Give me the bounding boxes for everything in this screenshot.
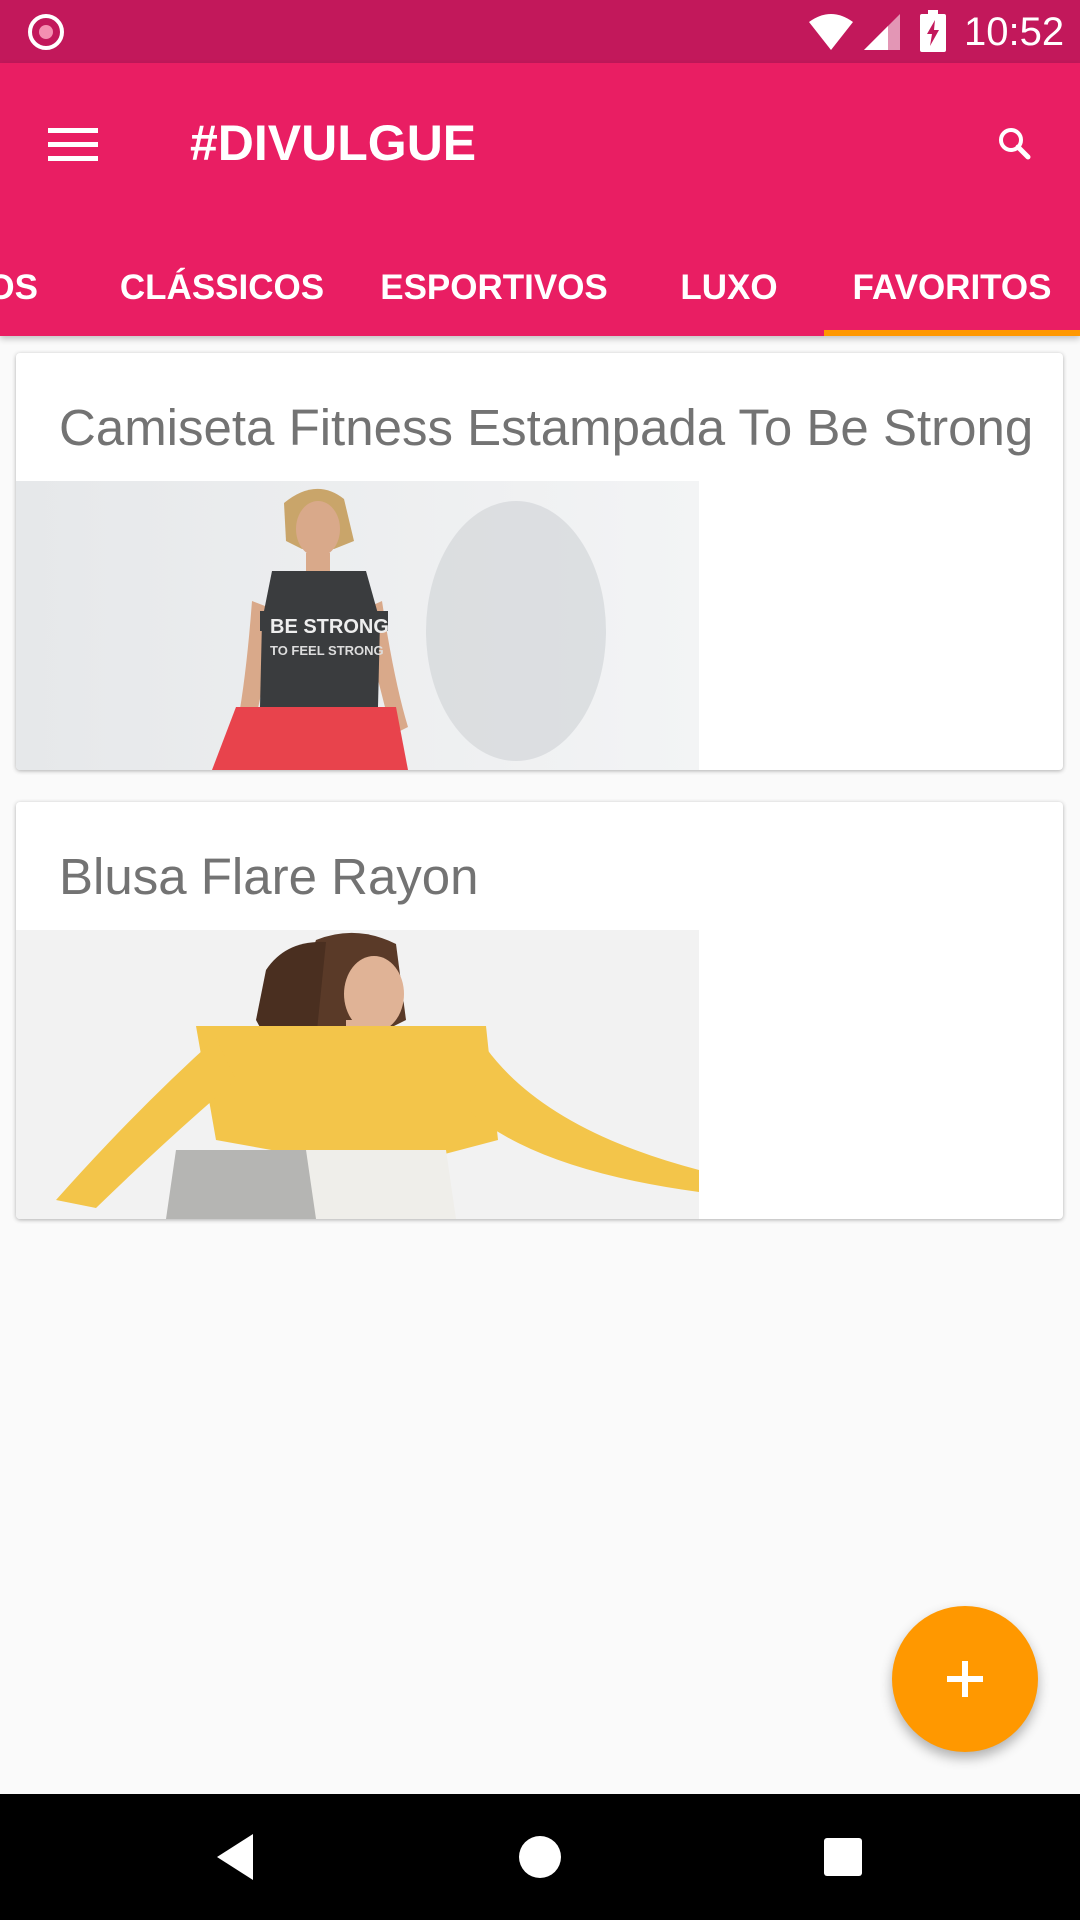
tab-label: DOS <box>0 267 38 307</box>
svg-text:BE STRONG: BE STRONG <box>270 616 389 638</box>
cellular-signal-icon <box>864 14 900 50</box>
tab-label: CLÁSSICOS <box>119 267 325 307</box>
product-title: Camiseta Fitness Estampada To Be Strong <box>59 399 1034 456</box>
app-bar: #DIVULGUE DOS CLÁSSICOS ESPORTIVOS LUXO … <box>0 63 1080 336</box>
tab-label: LUXO <box>680 267 778 307</box>
tab-luxo[interactable]: LUXO <box>646 239 812 336</box>
search-icon[interactable] <box>986 115 1046 175</box>
app-title: #DIVULGUE <box>190 115 477 171</box>
home-icon <box>519 1836 561 1878</box>
tab-label: ESPORTIVOS <box>380 267 608 307</box>
product-card[interactable]: Blusa Flare Rayon <box>16 802 1063 1219</box>
status-bar: 10:52 <box>0 0 1080 63</box>
notification-icon <box>28 14 64 50</box>
svg-text:TO FEEL STRONG: TO FEEL STRONG <box>270 643 384 658</box>
system-nav-bar <box>0 1794 1080 1920</box>
tab-classicos[interactable]: CLÁSSICOS <box>102 239 342 336</box>
product-title: Blusa Flare Rayon <box>59 848 479 905</box>
tab-dos[interactable]: DOS <box>0 239 80 336</box>
tab-esportivos[interactable]: ESPORTIVOS <box>372 239 616 336</box>
back-button[interactable] <box>200 1822 270 1892</box>
category-tabs: DOS CLÁSSICOS ESPORTIVOS LUXO FAVORITOS <box>0 239 1080 336</box>
status-time: 10:52 <box>964 10 1065 54</box>
tab-favoritos[interactable]: FAVORITOS <box>824 239 1080 336</box>
tab-label: FAVORITOS <box>852 267 1052 307</box>
back-icon <box>217 1834 253 1880</box>
battery-charging-icon <box>920 10 946 52</box>
wifi-icon <box>809 14 853 50</box>
add-button[interactable] <box>892 1606 1038 1752</box>
product-card[interactable]: Camiseta Fitness Estampada To Be Strong … <box>16 353 1063 770</box>
plus-icon <box>947 1661 983 1697</box>
product-image: BE STRONG TO FEEL STRONG <box>16 481 699 770</box>
tab-selected-indicator <box>824 330 1080 336</box>
product-image <box>16 930 699 1219</box>
recents-button[interactable] <box>808 1822 878 1892</box>
home-button[interactable] <box>505 1822 575 1892</box>
hamburger-menu-icon[interactable] <box>32 103 114 185</box>
recents-icon <box>824 1838 862 1876</box>
